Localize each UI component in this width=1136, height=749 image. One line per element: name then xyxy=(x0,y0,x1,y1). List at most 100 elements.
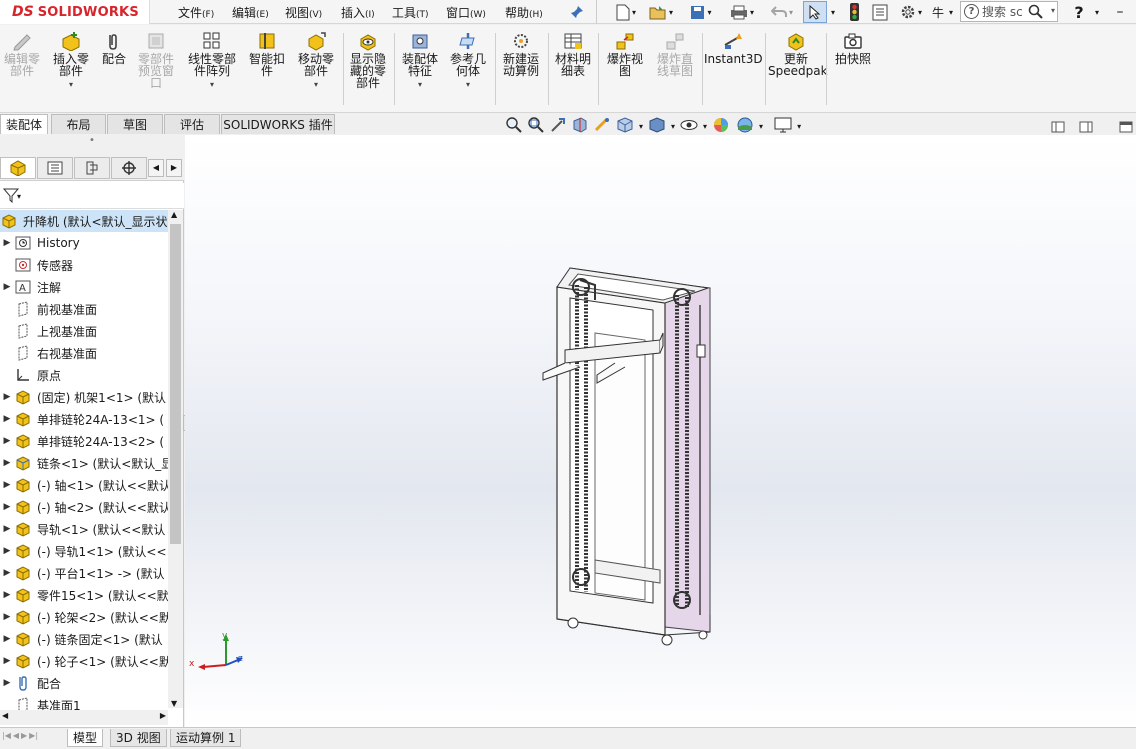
panel-grip-handle[interactable]: • xyxy=(0,135,184,155)
tree-item[interactable]: ▶ (-) 导轨1<1> (默认<< xyxy=(0,540,168,562)
menu-edit[interactable]: 编辑(E) xyxy=(232,4,269,21)
last-tab-arrow[interactable]: ▶| xyxy=(29,731,38,740)
help-icon[interactable]: ? xyxy=(1068,2,1090,22)
tab-property-manager[interactable] xyxy=(37,157,73,179)
scroll-right-arrow[interactable]: ▶ xyxy=(160,711,166,720)
tree-item[interactable]: ▶ 配合 xyxy=(0,672,168,694)
dropdown-arrow[interactable]: ▾ xyxy=(398,79,442,91)
scroll-up-arrow[interactable]: ▲ xyxy=(171,210,177,219)
assembly-features-button[interactable]: 装配体 特征 ▾ xyxy=(398,31,442,91)
tab-solidworks-addins[interactable]: SOLIDWORKS 插件 xyxy=(221,114,335,134)
dropdown-arrow[interactable]: ▾ xyxy=(294,79,338,91)
menu-window[interactable]: 窗口(W) xyxy=(446,4,486,21)
select-pointer-icon[interactable] xyxy=(803,1,827,23)
expand-arrow-icon[interactable]: ▶ xyxy=(0,678,14,688)
new-document-icon[interactable]: ▾ xyxy=(612,2,640,22)
menu-file[interactable]: 文件(F) xyxy=(178,4,214,21)
minimize-icon[interactable]: – xyxy=(1110,2,1130,22)
help-dropdown-arrow[interactable]: ▾ xyxy=(1092,2,1102,22)
expand-arrow-icon[interactable]: ▶ xyxy=(0,414,14,424)
scroll-down-arrow[interactable]: ▼ xyxy=(171,699,177,708)
expand-arrow-icon[interactable]: ▶ xyxy=(0,590,14,600)
tree-item[interactable]: ▶ (-) 平台1<1> -> (默认 xyxy=(0,562,168,584)
exploded-view-button[interactable]: 爆炸视图 xyxy=(602,31,648,77)
zoom-to-area-icon[interactable] xyxy=(527,116,545,137)
tree-item[interactable]: 基准面1 xyxy=(0,694,168,710)
lift-assembly-model[interactable] xyxy=(185,135,1136,727)
tree-item[interactable]: ▶ 单排链轮24A-13<1> ( xyxy=(0,408,168,430)
edit-appearance-icon[interactable] xyxy=(711,116,731,137)
scroll-thumb[interactable] xyxy=(170,224,181,544)
select-dropdown-arrow[interactable]: ▾ xyxy=(828,2,838,22)
view-orientation-dropdown-arrow[interactable]: ▾ xyxy=(639,122,643,131)
rebuild-traffic-light-icon[interactable] xyxy=(846,2,862,22)
save-icon[interactable]: ▾ xyxy=(686,2,716,22)
show-hidden-components-button[interactable]: 显示隐 藏的零 部件 xyxy=(346,31,390,89)
tree-vertical-scrollbar[interactable]: ▲ ▼ xyxy=(168,210,183,708)
instant3d-button[interactable]: Instant3D xyxy=(704,31,763,65)
tree-root-assembly[interactable]: 升降机 (默认<默认_显示状 xyxy=(0,210,168,232)
edit-component-button[interactable]: 编辑零 部件 xyxy=(2,31,42,77)
expand-arrow-icon[interactable]: ▶ xyxy=(0,524,14,534)
search-icon[interactable] xyxy=(1028,4,1043,22)
tree-item[interactable]: ▶ 导轨<1> (默认<<默认 xyxy=(0,518,168,540)
component-preview-window-button[interactable]: 零部件 预览窗口 xyxy=(134,31,178,89)
print-icon[interactable]: ▾ xyxy=(726,2,758,22)
tree-item[interactable]: 上视基准面 xyxy=(0,320,168,342)
tab-layout[interactable]: 布局 xyxy=(51,114,106,134)
tab-dim-xpert-manager[interactable] xyxy=(111,157,147,179)
scroll-left-arrow[interactable]: ◀ xyxy=(2,711,8,720)
tree-item[interactable]: ▶ 链条<1> (默认<默认_显 xyxy=(0,452,168,474)
graphics-area[interactable]: ▾ ▾ ▾ ▾ ▾ y x z xyxy=(185,116,1136,727)
update-speedpak-button[interactable]: 更新 Speedpak xyxy=(768,31,828,77)
restore-view-icon[interactable] xyxy=(1079,121,1097,135)
tile-view-icon[interactable] xyxy=(1051,121,1069,135)
pin-icon[interactable] xyxy=(569,2,585,22)
expand-arrow-icon[interactable]: ▶ xyxy=(0,282,14,292)
undo-icon[interactable]: ▾ xyxy=(766,2,798,22)
tree-item[interactable]: ▶ (-) 轮架<2> (默认<<默 xyxy=(0,606,168,628)
maximize-view-icon[interactable] xyxy=(1119,121,1135,135)
search-dropdown-arrow[interactable]: ▾ xyxy=(1051,6,1055,15)
section-view-icon[interactable] xyxy=(571,116,589,137)
new-motion-study-button[interactable]: 新建运 动算例 xyxy=(498,31,544,77)
apply-scene-dropdown-arrow[interactable]: ▾ xyxy=(759,122,763,131)
tree-horizontal-scrollbar[interactable]: ◀ ▶ xyxy=(0,710,168,725)
tree-item[interactable]: ▶ A 注解 xyxy=(0,276,168,298)
tree-item[interactable]: 前视基准面 xyxy=(0,298,168,320)
expand-arrow-icon[interactable]: ▶ xyxy=(0,546,14,556)
display-style-icon[interactable] xyxy=(647,116,667,137)
tree-item[interactable]: ▶ (-) 轴<2> (默认<<默认 xyxy=(0,496,168,518)
first-tab-arrow[interactable]: |◀ xyxy=(2,731,11,740)
filter-dropdown-arrow[interactable]: ▾ xyxy=(17,192,21,201)
dynamic-annotation-icon[interactable] xyxy=(593,116,611,137)
prev-tab-arrow[interactable]: ◀ xyxy=(13,731,19,740)
move-component-button[interactable]: 移动零 部件 ▾ xyxy=(294,31,338,91)
tree-item[interactable]: ▶ (-) 轮子<1> (默认<<默 xyxy=(0,650,168,672)
bill-of-materials-button[interactable]: 材料明 细表 xyxy=(552,31,594,77)
panel-tabs-scroll-left[interactable]: ◀ xyxy=(148,159,164,177)
solidworks-logo[interactable]: DS SOLIDWORKS xyxy=(0,0,150,24)
apply-scene-icon[interactable] xyxy=(735,116,755,137)
hide-show-items-icon[interactable] xyxy=(679,116,699,137)
tree-item[interactable]: ▶ 零件15<1> (默认<<默 xyxy=(0,584,168,606)
dropdown-arrow[interactable]: ▾ xyxy=(48,79,94,91)
expand-arrow-icon[interactable]: ▶ xyxy=(0,502,14,512)
tab-model[interactable]: 模型 xyxy=(67,729,104,747)
previous-view-icon[interactable] xyxy=(549,116,567,137)
tab-assembly[interactable]: 装配体 xyxy=(0,114,48,134)
expand-arrow-icon[interactable]: ▶ xyxy=(0,238,14,248)
mate-button[interactable]: 配合 xyxy=(98,31,130,65)
menu-help[interactable]: 帮助(H) xyxy=(505,4,543,21)
tree-item[interactable]: ▶ (固定) 机架1<1> (默认 xyxy=(0,386,168,408)
tree-item[interactable]: ▶ 单排链轮24A-13<2> ( xyxy=(0,430,168,452)
tab-feature-manager[interactable] xyxy=(0,157,36,179)
dropdown-arrow[interactable]: ▾ xyxy=(184,79,240,91)
tree-item[interactable]: ▶ History xyxy=(0,232,168,254)
tree-item[interactable]: 传感器 xyxy=(0,254,168,276)
expand-arrow-icon[interactable]: ▶ xyxy=(0,392,14,402)
explode-line-sketch-button[interactable]: 爆炸直 线草图 xyxy=(652,31,698,77)
tree-item[interactable]: 右视基准面 xyxy=(0,342,168,364)
view-settings-dropdown-arrow[interactable]: ▾ xyxy=(797,122,801,131)
search-input[interactable]: ? 搜索 sc ▾ xyxy=(960,1,1058,22)
